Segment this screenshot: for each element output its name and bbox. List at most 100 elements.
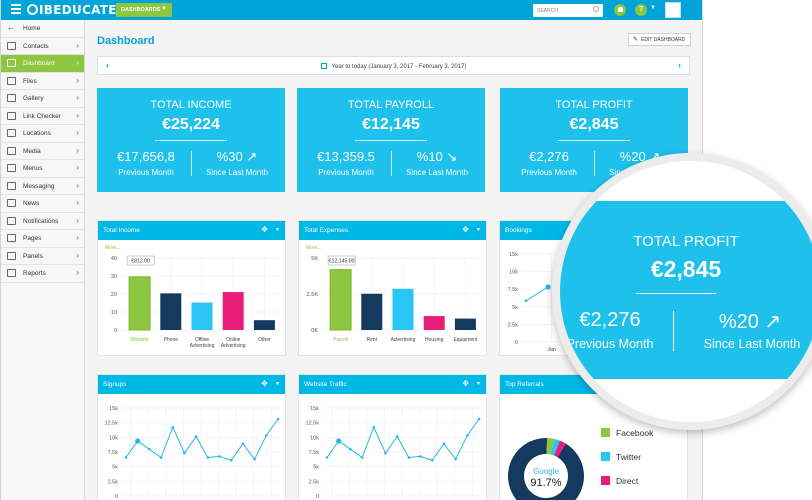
legend-label: Direct — [616, 476, 639, 486]
sidebar-item-locations[interactable]: Locations › — [1, 125, 84, 143]
stat-card-total-payroll[interactable]: TOTAL PAYROLL €12,145 €13,359.5 Previous… — [297, 88, 485, 192]
legend-label: Twitter — [616, 452, 641, 462]
stat-value: €2,845 — [569, 116, 619, 133]
y-tick-label: 10k — [109, 435, 118, 441]
y-tick-label: 15k — [310, 406, 319, 412]
move-icon[interactable]: ✥ — [261, 379, 268, 388]
help-button[interactable]: ? — [635, 4, 647, 16]
search-input[interactable]: SEARCH — [533, 4, 603, 17]
data-point — [430, 458, 434, 462]
y-tick-label: 5K — [311, 256, 318, 262]
data-point — [276, 417, 280, 421]
y-tick-label: 10k — [509, 270, 518, 276]
magnified-change-label: Since Last Month — [703, 337, 801, 351]
move-icon[interactable]: ✥ — [261, 225, 268, 234]
bar — [191, 302, 213, 330]
legend-swatch — [601, 428, 610, 437]
sidebar-item-panels[interactable]: Panels › — [1, 248, 84, 265]
sidebar-item-files[interactable]: Files › — [1, 73, 84, 90]
sidebar-item-reports[interactable]: Reports › — [1, 265, 84, 283]
sidebar-item-dashboard[interactable]: Dashboard › — [1, 55, 84, 73]
y-tick-label: 30 — [111, 274, 117, 280]
data-point — [336, 438, 342, 444]
chevron-right-icon: › — [76, 75, 79, 85]
data-point — [253, 457, 256, 461]
data-point — [265, 434, 268, 437]
magnified-value: €2,845 — [650, 256, 722, 282]
dashboards-dropdown[interactable]: DASHBOARDS ▼ — [116, 3, 172, 17]
sidebar-item-media[interactable]: Media › — [1, 143, 84, 160]
y-tick-label: 0 — [115, 494, 118, 500]
panel-header: Signups ✥ ▾ — [98, 375, 285, 394]
change-value: %30 ↗ — [216, 149, 258, 164]
data-point — [206, 456, 210, 459]
chevron-right-icon: › — [76, 58, 79, 67]
stat-title: TOTAL INCOME — [150, 99, 232, 111]
y-tick-label: 7.5k — [108, 450, 119, 456]
chevron-down-icon[interactable]: ▾ — [477, 380, 480, 387]
date-range-label: Year to today (January 3, 2017 - Februar… — [331, 64, 467, 70]
bar — [253, 320, 275, 330]
media-icon — [7, 146, 16, 155]
menu-icon[interactable] — [11, 4, 21, 14]
search-icon — [593, 6, 599, 12]
date-range-bar: ‹ Year to today (January 3, 2017 - Febru… — [97, 56, 690, 75]
sidebar-item-menus[interactable]: Menus › — [1, 160, 84, 178]
prev-arrow-icon[interactable]: ‹ — [106, 60, 109, 70]
chevron-right-icon: › — [76, 215, 79, 225]
chevron-right-icon: › — [76, 128, 79, 137]
sidebar-item-messaging[interactable]: Messaging › — [1, 178, 84, 195]
bar — [128, 276, 151, 331]
data-point — [384, 451, 387, 455]
traffic-line-chart: 02.5k5k7.5k10k12.5k15kJanFebMarAprMayJun… — [306, 406, 481, 500]
magnified-previous-label: Previous Month — [566, 337, 654, 351]
chevron-right-icon: › — [76, 163, 79, 172]
tooltip-label: €12,145.00 — [329, 259, 355, 265]
y-tick-label: 20 — [111, 292, 117, 298]
chevron-down-icon[interactable]: ▾ — [276, 226, 279, 233]
sidebar-item-news[interactable]: News › — [1, 195, 84, 213]
divider — [355, 140, 427, 141]
next-arrow-icon[interactable]: › — [678, 60, 681, 70]
panel-header: Website Traffic ✥ ▾ — [299, 375, 486, 394]
signups-line-chart: 02.5k5k7.5k10k12.5k15kJanFebMarAprMayJun… — [105, 406, 280, 500]
chevron-down-icon[interactable]: ▾ — [477, 226, 480, 233]
data-point — [218, 455, 221, 458]
sidebar-item-home[interactable]: ← Home — [1, 20, 84, 38]
y-tick-label: 15k — [109, 406, 118, 412]
x-tick-label: Advertising — [190, 343, 215, 349]
sidebar-item-contacts[interactable]: Contacts › — [1, 38, 84, 55]
y-tick-label: 7.5k — [508, 287, 519, 293]
bar — [392, 288, 414, 330]
chevron-right-icon: › — [76, 110, 79, 120]
sidebar-item-gallery[interactable]: Gallery › — [1, 90, 84, 108]
chevron-right-icon: › — [76, 268, 79, 277]
link-icon — [7, 111, 16, 120]
edit-dashboard-button[interactable]: ✎ EDIT DASHBOARD — [628, 33, 691, 46]
move-icon[interactable]: ✥ — [462, 225, 469, 234]
x-tick-label: Rent — [367, 337, 378, 343]
move-icon[interactable]: ✥ — [462, 379, 469, 388]
sidebar-item-link-checker[interactable]: Link Checker › — [1, 108, 84, 125]
y-tick-label: 5k — [512, 305, 518, 311]
magnifier-lens: TOTAL PROFIT €2,845 €2,276 Previous Mont… — [552, 153, 812, 430]
chevron-down-icon[interactable]: ▾ — [276, 380, 279, 387]
notifications-bell-icon[interactable] — [614, 4, 626, 16]
change-label: Since Last Month — [206, 168, 268, 177]
sidebar-item-notifications[interactable]: Notifications › — [1, 213, 84, 230]
panel-header: Total Income ✥ ▾ — [98, 221, 285, 240]
y-tick-label: 10 — [111, 310, 117, 316]
avatar[interactable] — [665, 2, 681, 18]
sidebar-item-pages[interactable]: Pages › — [1, 230, 84, 248]
app-logo[interactable]: IBEDUCATE — [27, 3, 117, 17]
news-icon — [7, 199, 16, 207]
divider — [673, 311, 674, 351]
income-bar-chart: 010203040Website Phone OfflineAdvertisingO… — [111, 255, 278, 349]
page-title: Dashboard — [97, 35, 155, 47]
caret-down-icon[interactable]: ▼ — [650, 5, 656, 11]
data-point — [349, 447, 352, 451]
data-point — [325, 456, 329, 459]
data-point — [372, 425, 376, 429]
data-point — [229, 458, 233, 462]
stat-card-total-income[interactable]: TOTAL INCOME €25,224 €17,656,8 Previous … — [97, 88, 285, 192]
